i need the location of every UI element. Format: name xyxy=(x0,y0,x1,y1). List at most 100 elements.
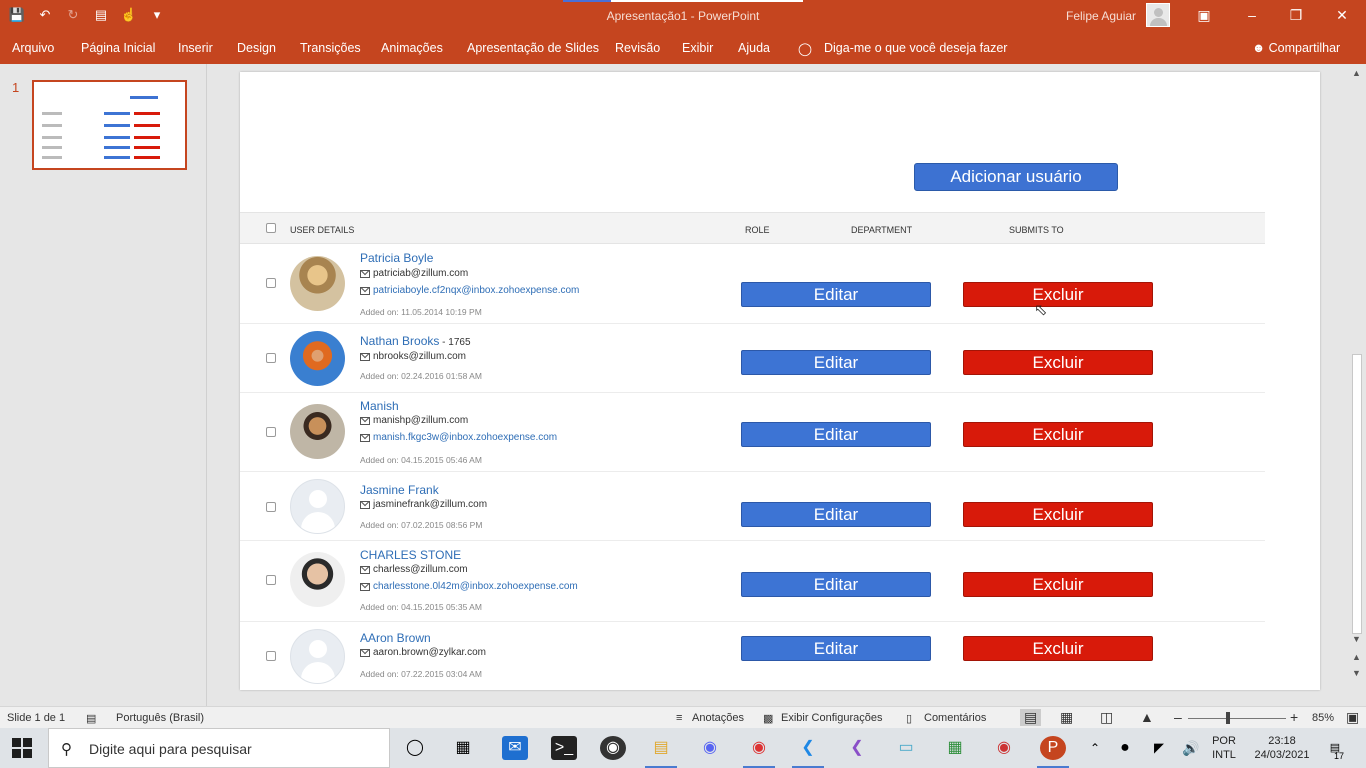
file-explorer-icon[interactable]: ▤ xyxy=(648,736,674,760)
scroll-down-icon[interactable]: ▼ xyxy=(1352,634,1361,644)
paint-app-icon[interactable]: ◉ xyxy=(991,736,1017,760)
tab-pagina-inicial[interactable]: Página Inicial xyxy=(81,41,155,55)
chrome-icon[interactable]: ◉ xyxy=(746,736,772,760)
tab-ajuda[interactable]: Ajuda xyxy=(738,41,770,55)
tell-me-search[interactable]: Diga-me o que você deseja fazer xyxy=(824,41,1007,55)
user-inbox[interactable]: patriciaboyle.cf2nqx@inbox.zohoexpense.c… xyxy=(373,285,579,296)
account-name[interactable]: Felipe Aguiar xyxy=(1066,9,1136,23)
delete-button[interactable]: Excluir xyxy=(963,502,1153,527)
redo-icon[interactable]: ↻ xyxy=(64,6,82,24)
zoom-out-icon[interactable]: – xyxy=(1174,709,1182,725)
visual-studio-icon[interactable]: ❮ xyxy=(844,736,870,760)
edit-button[interactable]: Editar xyxy=(741,282,931,307)
slide-canvas[interactable]: Adicionar usuário USER DETAILS ROLE DEPA… xyxy=(240,72,1320,690)
close-icon[interactable]: ✕ xyxy=(1330,4,1354,26)
row-checkbox[interactable] xyxy=(266,353,276,363)
reading-view-icon[interactable]: ◫ xyxy=(1100,709,1113,726)
tab-animacoes[interactable]: Animações xyxy=(381,41,443,55)
user-name[interactable]: Manish xyxy=(360,399,399,413)
slide-sorter-icon[interactable]: ▦ xyxy=(1060,709,1073,726)
user-name[interactable]: Jasmine Frank xyxy=(360,483,439,497)
delete-button[interactable]: Excluir xyxy=(963,282,1153,307)
normal-view-icon[interactable]: ▤ xyxy=(1020,709,1042,726)
add-user-button[interactable]: Adicionar usuário xyxy=(914,163,1118,191)
tab-apresentacao[interactable]: Apresentação de Slides xyxy=(467,41,599,55)
clock[interactable]: 23:18 24/03/2021 xyxy=(1248,734,1316,762)
edit-button[interactable]: Editar xyxy=(741,636,931,661)
restore-icon[interactable]: ❐ xyxy=(1284,4,1308,26)
user-name[interactable]: Patricia Boyle xyxy=(360,251,433,265)
account-avatar[interactable] xyxy=(1146,3,1170,27)
notification-center[interactable]: ▤ 17 xyxy=(1320,736,1350,761)
user-name[interactable]: CHARLES STONE xyxy=(360,548,461,562)
tab-revisao[interactable]: Revisão xyxy=(615,41,660,55)
customize-qat-icon[interactable]: ▾ xyxy=(148,6,166,24)
language-indicator[interactable]: Português (Brasil) xyxy=(116,712,204,724)
vscode-icon[interactable]: ❮ xyxy=(795,736,821,760)
comments-button[interactable]: Comentários xyxy=(924,712,986,724)
display-settings-button[interactable]: Exibir Configurações xyxy=(781,712,883,724)
undo-icon[interactable]: ↶ xyxy=(36,6,54,24)
tab-transicoes[interactable]: Transições xyxy=(300,41,361,55)
minimize-icon[interactable]: – xyxy=(1240,4,1264,26)
slide-thumbnail[interactable] xyxy=(32,80,187,170)
delete-button[interactable]: Excluir xyxy=(963,572,1153,597)
row-checkbox[interactable] xyxy=(266,427,276,437)
row-checkbox[interactable] xyxy=(266,575,276,585)
app-icon[interactable]: ▭ xyxy=(893,736,919,760)
task-view-icon[interactable]: ▦ xyxy=(450,736,476,760)
delete-button[interactable]: Excluir xyxy=(963,636,1153,661)
previous-slide-icon[interactable]: ▲ xyxy=(1352,652,1361,662)
row-checkbox[interactable] xyxy=(266,278,276,288)
share-button[interactable]: ☻ Compartilhar xyxy=(1252,41,1340,55)
user-inbox[interactable]: manish.fkgc3w@inbox.zohoexpense.com xyxy=(373,432,557,443)
excel-app-icon[interactable]: ▦ xyxy=(942,736,968,760)
edit-button[interactable]: Editar xyxy=(741,422,931,447)
discord-icon[interactable]: ◉ xyxy=(697,736,723,760)
terminal-icon[interactable]: >_ xyxy=(551,736,577,760)
touch-mode-icon[interactable]: ☝ xyxy=(120,6,138,24)
user-inbox[interactable]: charlesstone.0l42m@inbox.zohoexpense.com xyxy=(373,581,578,592)
obs-icon[interactable]: ◉ xyxy=(600,736,626,760)
save-icon[interactable]: 💾 xyxy=(8,6,26,24)
volume-icon[interactable]: 🔊 xyxy=(1178,736,1204,760)
zoom-slider-thumb[interactable] xyxy=(1226,712,1230,724)
zoom-in-icon[interactable]: + xyxy=(1290,709,1298,725)
edit-button[interactable]: Editar xyxy=(741,502,931,527)
fit-slide-icon[interactable]: ▣ xyxy=(1346,709,1359,726)
ribbon-display-options-icon[interactable]: ▣ xyxy=(1192,4,1216,26)
input-language[interactable]: POR INTL xyxy=(1206,734,1242,762)
microphone-icon[interactable]: ● xyxy=(1112,736,1138,760)
powerpoint-icon[interactable]: P xyxy=(1040,736,1066,760)
tab-design[interactable]: Design xyxy=(237,41,276,55)
mail-app-icon[interactable]: ✉ xyxy=(502,736,528,760)
user-name[interactable]: AAron Brown xyxy=(360,631,431,645)
tab-exibir[interactable]: Exibir xyxy=(682,41,713,55)
zoom-slider[interactable] xyxy=(1188,718,1286,719)
windows-start-icon[interactable] xyxy=(12,738,32,758)
taskbar-search[interactable]: ⚲ Digite aqui para pesquisar xyxy=(48,728,390,768)
slideshow-icon[interactable]: ▲ xyxy=(1140,709,1154,725)
tray-expand-icon[interactable]: ⌃ xyxy=(1082,736,1108,760)
network-icon[interactable]: ◤ xyxy=(1146,736,1172,760)
vertical-scrollbar[interactable]: ▲ ▼ ▲ ▼ xyxy=(1349,64,1366,706)
notes-button[interactable]: Anotações xyxy=(692,712,744,724)
spellcheck-icon[interactable]: ▤ xyxy=(86,712,96,725)
next-slide-icon[interactable]: ▼ xyxy=(1352,668,1361,678)
edit-button[interactable]: Editar xyxy=(741,572,931,597)
delete-button[interactable]: Excluir xyxy=(963,350,1153,375)
cortana-icon[interactable]: ◯ xyxy=(402,736,428,760)
zoom-level[interactable]: 85% xyxy=(1312,712,1334,724)
presenter-icon[interactable]: ▤ xyxy=(92,6,110,24)
select-all-checkbox[interactable] xyxy=(266,223,276,233)
avatar-placeholder xyxy=(290,629,345,684)
delete-button[interactable]: Excluir xyxy=(963,422,1153,447)
tab-arquivo[interactable]: Arquivo xyxy=(12,41,54,55)
row-checkbox[interactable] xyxy=(266,502,276,512)
scroll-up-icon[interactable]: ▲ xyxy=(1352,68,1361,78)
row-checkbox[interactable] xyxy=(266,651,276,661)
tab-inserir[interactable]: Inserir xyxy=(178,41,213,55)
edit-button[interactable]: Editar xyxy=(741,350,931,375)
scroll-thumb[interactable] xyxy=(1352,354,1362,634)
user-name[interactable]: Nathan Brooks - 1765 xyxy=(360,334,471,348)
